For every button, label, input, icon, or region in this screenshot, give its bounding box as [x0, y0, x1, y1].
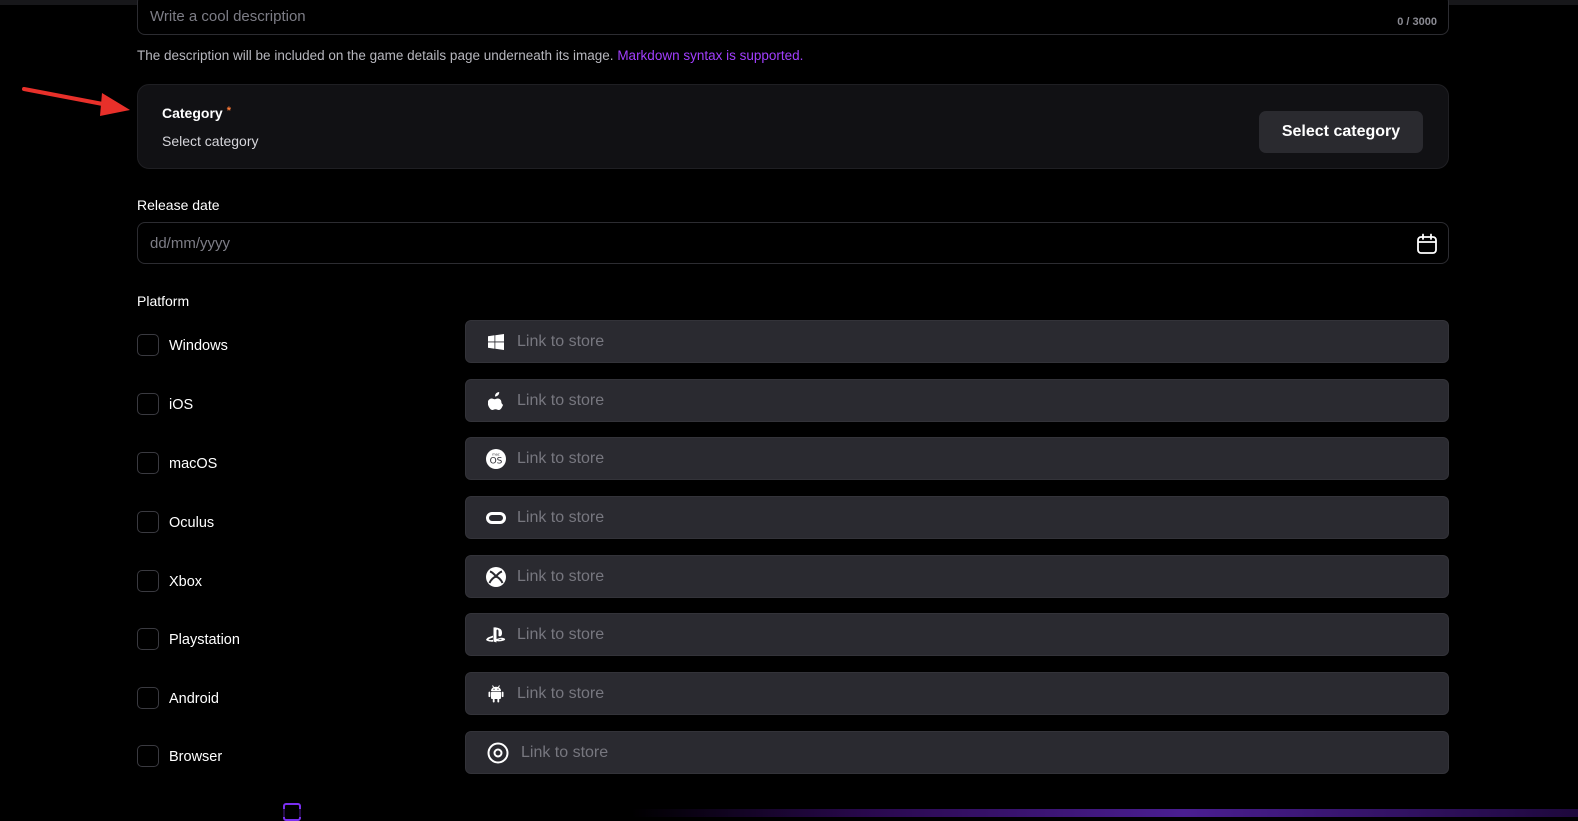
windows-checkbox[interactable] [137, 334, 159, 356]
platform-name: macOS [169, 456, 218, 472]
browser-icon [487, 742, 509, 764]
android-icon [486, 684, 506, 704]
category-label-text: Category [162, 105, 223, 121]
macos-icon: OS mac [486, 449, 506, 469]
release-date-placeholder: dd/mm/yyyy [150, 235, 231, 252]
ios-store-link-input[interactable]: Link to store [465, 379, 1449, 422]
playstation-store-link-input[interactable]: Link to store [465, 613, 1449, 656]
release-date-label: Release date [137, 197, 220, 213]
windows-icon [486, 332, 506, 352]
browser-checkbox[interactable] [137, 745, 159, 767]
platform-row-xbox: Xbox Link to store [0, 555, 1578, 599]
platform-row-oculus: Oculus Link to store [0, 496, 1578, 540]
platform-name: Browser [169, 749, 223, 765]
description-help-body: The description will be included on the … [137, 48, 618, 63]
description-help-text: The description will be included on the … [137, 48, 803, 63]
store-link-placeholder: Link to store [517, 509, 605, 526]
platform-row-browser: Browser Link to store [0, 731, 1578, 775]
category-value: Select category [162, 133, 259, 149]
markdown-link[interactable]: Markdown syntax is supported. [617, 48, 803, 63]
windows-store-link-input[interactable]: Link to store [465, 320, 1449, 363]
bottom-gradient-bar [0, 809, 1578, 817]
android-store-link-input[interactable]: Link to store [465, 672, 1449, 715]
category-card: Category * Select category Select categor… [137, 84, 1449, 169]
xbox-store-link-input[interactable]: Link to store [465, 555, 1449, 598]
release-date-input[interactable]: dd/mm/yyyy [137, 222, 1449, 264]
annotation-arrow-icon [22, 87, 130, 116]
macos-checkbox[interactable] [137, 452, 159, 474]
calendar-icon[interactable] [1416, 233, 1438, 255]
android-checkbox[interactable] [137, 687, 159, 709]
store-link-placeholder: Link to store [517, 333, 605, 350]
store-link-placeholder: Link to store [517, 450, 605, 467]
store-link-placeholder: Link to store [517, 626, 605, 643]
platform-name: Oculus [169, 515, 215, 531]
store-link-placeholder: Link to store [517, 392, 605, 409]
svg-text:mac: mac [492, 453, 500, 457]
xbox-icon [486, 567, 506, 587]
description-placeholder: Write a cool description [150, 8, 306, 25]
apple-icon [486, 391, 506, 411]
select-category-button[interactable]: Select category [1259, 111, 1423, 153]
platform-row-ios: iOS Link to store [0, 379, 1578, 423]
oculus-icon [486, 508, 506, 528]
category-label: Category * [162, 105, 231, 121]
platform-name: Playstation [169, 632, 240, 648]
platform-name: Windows [169, 338, 228, 354]
platform-name: Android [169, 691, 219, 707]
platform-name: Xbox [169, 574, 203, 590]
svg-text:OS: OS [490, 457, 503, 467]
platform-row-playstation: Playstation Link to store [0, 613, 1578, 657]
game-form-page: Write a cool description 0 / 3000 The de… [0, 0, 1578, 821]
playstation-checkbox[interactable] [137, 628, 159, 650]
browser-store-link-input[interactable]: Link to store [465, 731, 1449, 774]
xbox-checkbox[interactable] [137, 570, 159, 592]
store-link-placeholder: Link to store [517, 685, 605, 702]
macos-store-link-input[interactable]: OS mac Link to store [465, 437, 1449, 480]
platform-row-windows: Windows Link to store [0, 320, 1578, 364]
ios-checkbox[interactable] [137, 393, 159, 415]
platform-label: Platform [137, 293, 190, 309]
platform-row-android: Android Link to store [0, 672, 1578, 716]
store-link-placeholder: Link to store [521, 744, 609, 761]
store-link-placeholder: Link to store [517, 568, 605, 585]
oculus-checkbox[interactable] [137, 511, 159, 533]
platform-name: iOS [169, 397, 194, 413]
required-marker: * [226, 105, 231, 117]
oculus-store-link-input[interactable]: Link to store [465, 496, 1449, 539]
character-counter: 0 / 3000 [1397, 16, 1437, 28]
playstation-icon [486, 625, 506, 645]
description-textarea[interactable]: Write a cool description 0 / 3000 [137, 0, 1449, 35]
platform-row-macos: macOS OS mac Link to store [0, 437, 1578, 481]
